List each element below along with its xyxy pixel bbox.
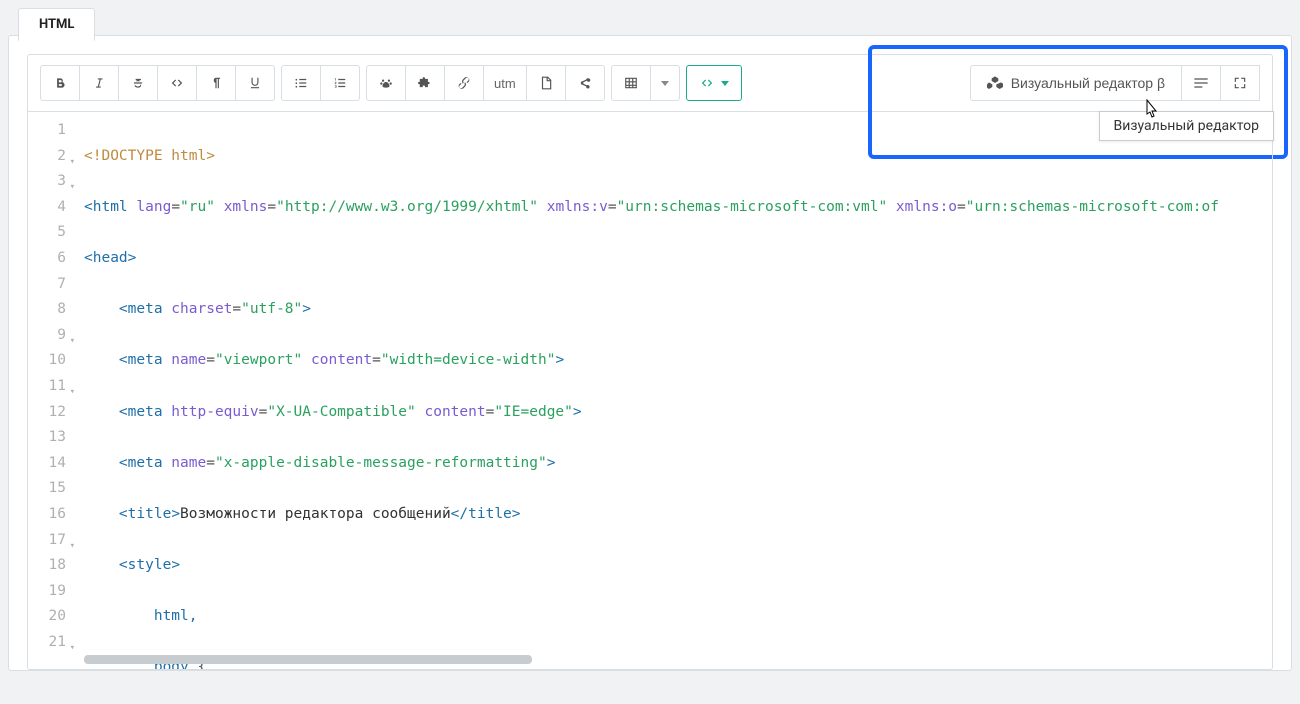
line-number: 17	[32, 528, 66, 554]
paw-button[interactable]	[366, 65, 406, 101]
line-number: 4	[32, 195, 66, 221]
italic-button[interactable]	[79, 65, 119, 101]
tooltip: Визуальный редактор	[1099, 111, 1274, 141]
line-number: 21	[32, 630, 66, 656]
line-number: 20	[32, 604, 66, 630]
cubes-icon	[987, 76, 1003, 90]
table-dropdown-button[interactable]	[650, 65, 680, 101]
share-icon	[578, 76, 592, 90]
line-number: 8	[32, 297, 66, 323]
link-button[interactable]	[444, 65, 484, 101]
line-number: 19	[32, 579, 66, 605]
line-number: 14	[32, 451, 66, 477]
underline-icon	[248, 76, 262, 90]
line-number: 15	[32, 476, 66, 502]
line-number: 11	[32, 374, 66, 400]
italic-icon	[92, 76, 106, 90]
line-number: 12	[32, 400, 66, 426]
caret-down-icon	[661, 81, 669, 86]
line-number: 18	[32, 553, 66, 579]
ol-icon	[332, 76, 348, 90]
line-number: 7	[32, 272, 66, 298]
share-button[interactable]	[565, 65, 605, 101]
horizontal-scrollbar[interactable]	[84, 655, 1264, 664]
bold-icon	[53, 76, 67, 90]
link-icon	[456, 76, 472, 90]
editor-panel: utm	[8, 35, 1292, 671]
expand-icon	[1233, 76, 1247, 90]
line-number: 9	[32, 323, 66, 349]
visual-editor-button[interactable]: Визуальный редактор β	[970, 65, 1182, 101]
toolbar: utm	[27, 54, 1273, 112]
file-button[interactable]	[526, 65, 566, 101]
line-number: 6	[32, 246, 66, 272]
tab-html[interactable]: HTML	[18, 8, 95, 41]
scrollbar-thumb[interactable]	[84, 655, 532, 664]
strike-button[interactable]	[118, 65, 158, 101]
line-number: 5	[32, 220, 66, 246]
bold-button[interactable]	[40, 65, 80, 101]
wrap-icon	[1193, 77, 1209, 89]
code-block-icon	[699, 76, 715, 90]
fullscreen-button[interactable]	[1220, 65, 1260, 101]
line-number: 3	[32, 169, 66, 195]
visual-editor-label: Визуальный редактор β	[1011, 75, 1165, 91]
paragraph-icon	[209, 76, 223, 90]
unordered-list-button[interactable]	[281, 65, 321, 101]
line-number: 1	[32, 118, 66, 144]
line-number: 13	[32, 425, 66, 451]
table-icon	[623, 76, 639, 90]
code-inline-button[interactable]	[157, 65, 197, 101]
puzzle-icon	[417, 76, 433, 90]
ordered-list-button[interactable]	[320, 65, 360, 101]
paragraph-button[interactable]	[196, 65, 236, 101]
code-icon	[169, 76, 185, 90]
code-area[interactable]: <!DOCTYPE html> <html lang="ru" xmlns="h…	[76, 112, 1272, 669]
line-number: 10	[32, 348, 66, 374]
utm-button[interactable]: utm	[483, 65, 527, 101]
ul-icon	[293, 76, 309, 90]
gutter: 1 2 3 4 5 6 7 8 9 10 11 12 13 14 15 16 1…	[28, 112, 76, 669]
plugin-button[interactable]	[405, 65, 445, 101]
line-number: 16	[32, 502, 66, 528]
paw-icon	[378, 76, 394, 90]
line-number: 2	[32, 144, 66, 170]
file-icon	[539, 75, 553, 91]
source-code-button[interactable]	[686, 65, 742, 101]
table-button[interactable]	[611, 65, 651, 101]
caret-down-icon	[721, 81, 729, 86]
code-editor[interactable]: 1 2 3 4 5 6 7 8 9 10 11 12 13 14 15 16 1…	[27, 112, 1273, 670]
wrap-lines-button[interactable]	[1181, 65, 1221, 101]
strikethrough-icon	[130, 76, 146, 90]
underline-button[interactable]	[235, 65, 275, 101]
